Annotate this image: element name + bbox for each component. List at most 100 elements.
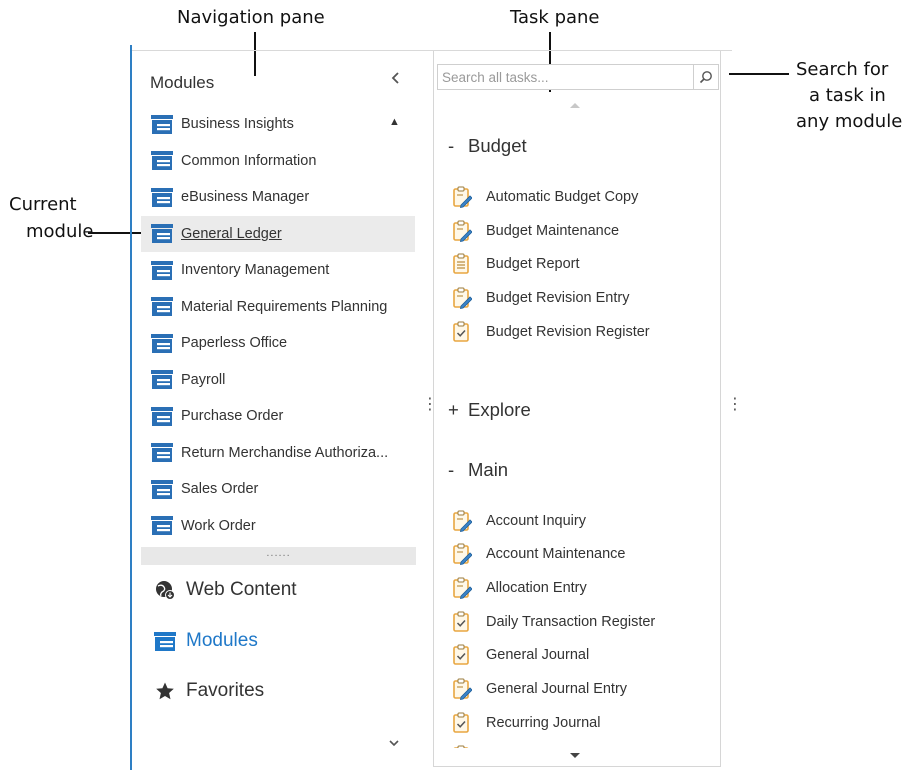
star-icon [154, 681, 176, 701]
task-label: General Journal [486, 647, 590, 664]
task-item[interactable]: General Journal [452, 640, 589, 670]
module-label: Payroll [181, 371, 226, 388]
module-item[interactable]: Material Requirements Planning [141, 289, 415, 325]
task-label: Budget Report [486, 256, 580, 273]
current-module-callout-line2: module [26, 221, 94, 242]
navigation-pane: Modules ▲ Business Insights Common Inform… [132, 51, 416, 770]
module-item[interactable]: Paperless Office [141, 325, 415, 361]
collapse-icon: - [448, 135, 455, 156]
task-label: Recurring Journal [486, 714, 601, 731]
task-group-name: Main [468, 458, 509, 480]
task-list-viewport: - Budget Automatic Budget Copy Budget Maint… [434, 51, 720, 748]
task-item[interactable]: Automatic Budget Copy [452, 182, 638, 212]
module-item[interactable]: Inventory Management [141, 252, 415, 288]
clipboard-check-icon [452, 712, 472, 734]
task-item[interactable]: Account Maintenance [452, 539, 625, 569]
clipboard-check-icon [452, 644, 472, 666]
task-scroll-down-icon[interactable] [570, 753, 580, 758]
task-item[interactable]: Budget Report [452, 249, 580, 279]
module-label: Purchase Order [181, 408, 284, 424]
clipboard-check-icon [452, 611, 472, 633]
module-item[interactable]: Common Information [141, 143, 415, 179]
task-label: Account Maintenance [486, 546, 626, 563]
clipboard-pencil-icon [452, 510, 473, 532]
module-label: eBusiness Manager [181, 189, 310, 205]
globe-icon [154, 580, 176, 600]
module-icon [151, 260, 173, 280]
current-module-callout-line1: Current [9, 194, 77, 215]
search-callout-line [729, 73, 789, 75]
task-item[interactable]: Allocation Entry [452, 573, 587, 603]
task-group-name: Budget [468, 135, 527, 156]
search-callout-line1: Search for [796, 59, 889, 80]
search-callout-line3: any module [796, 111, 903, 132]
task-group-header[interactable]: - Main [448, 459, 508, 481]
task-item[interactable]: Daily Transaction Register [452, 607, 655, 637]
module-item[interactable]: eBusiness Manager [141, 179, 415, 215]
module-icon [151, 151, 173, 170]
module-item[interactable]: Return Merchandise Authoriza... [141, 435, 415, 471]
task-label: Budget Maintenance [486, 222, 620, 239]
clipboard-pencil-icon [452, 745, 472, 748]
nav-resize-grip-icon[interactable]: ⋮ [422, 397, 438, 413]
module-icon [151, 370, 173, 389]
collapse-icon: - [448, 458, 455, 480]
clipboard-pencil-icon [452, 543, 473, 566]
bottom-nav-label: Modules [186, 630, 258, 651]
task-resize-grip-icon[interactable]: ⋮ [727, 397, 743, 413]
task-label: Allocation Entry [486, 579, 587, 596]
task-group-header[interactable]: + Explore [448, 399, 531, 421]
module-item[interactable]: Business Insights [141, 106, 415, 142]
module-item[interactable]: Sales Order [141, 471, 415, 507]
task-pane-callout: Task pane [510, 7, 600, 28]
module-icon [151, 187, 173, 207]
clipboard-check-icon [452, 321, 472, 343]
module-label: Paperless Office [181, 335, 288, 351]
module-label: Common Information [181, 152, 317, 169]
bottom-nav-item[interactable]: Web Content [154, 574, 297, 606]
task-label: Automatic Budget Copy [486, 189, 639, 205]
module-icon [151, 479, 173, 499]
module-label: Material Requirements Planning [181, 298, 388, 315]
module-label: Business Insights [181, 116, 294, 132]
task-label: Daily Transaction Register [486, 613, 656, 630]
chevron-down-icon[interactable] [388, 735, 400, 751]
task-label: Budget Revision Register [486, 323, 650, 340]
task-pane: -BudgetAutomatic Budget CopyBudget Maint… [433, 51, 721, 767]
task-item[interactable]: Budget Maintenance [452, 216, 619, 246]
module-icon [151, 114, 173, 134]
module-icon [151, 443, 173, 462]
task-group-header[interactable]: - Budget [448, 135, 527, 157]
module-item[interactable]: Purchase Order [141, 398, 415, 434]
collapse-chevron-left-icon[interactable] [390, 69, 402, 92]
bottom-nav-item[interactable]: Favorites [154, 675, 264, 707]
task-item[interactable]: Recurring Journal Entry [452, 741, 638, 748]
task-label: Account Inquiry [486, 512, 586, 529]
task-item[interactable]: Budget Revision Entry [452, 283, 629, 313]
clipboard-pencil-icon [452, 186, 473, 209]
task-item[interactable]: Recurring Journal [452, 708, 600, 738]
bottom-nav-label: Web Content [186, 579, 297, 600]
bottom-nav-item[interactable]: Modules [154, 625, 258, 657]
clipboard-pencil-icon [452, 220, 473, 242]
task-item[interactable]: Budget Revision Register [452, 317, 650, 347]
pane-splitter[interactable]: ...... [141, 547, 416, 565]
module-label: Work Order [181, 517, 256, 534]
clipboard-pencil-icon [452, 287, 473, 310]
expand-icon: + [448, 398, 459, 420]
task-item[interactable]: Account Inquiry [452, 506, 586, 536]
bottom-nav-label: Favorites [186, 680, 265, 701]
module-item[interactable]: General Ledger [141, 215, 415, 252]
module-icon [151, 516, 173, 535]
clipboard-pencil-icon [452, 678, 473, 701]
module-icon [151, 224, 173, 243]
nav-pane-title: Modules [150, 73, 215, 92]
module-icon [151, 406, 173, 426]
module-label: Sales Order [181, 481, 259, 497]
module-item[interactable]: Work Order [141, 508, 415, 544]
module-label: Return Merchandise Authoriza... [181, 444, 389, 461]
module-item[interactable]: Payroll [141, 362, 415, 398]
task-item[interactable]: General Journal Entry [452, 674, 627, 704]
task-label: Budget Revision Entry [486, 290, 630, 307]
module-icon [151, 297, 173, 316]
